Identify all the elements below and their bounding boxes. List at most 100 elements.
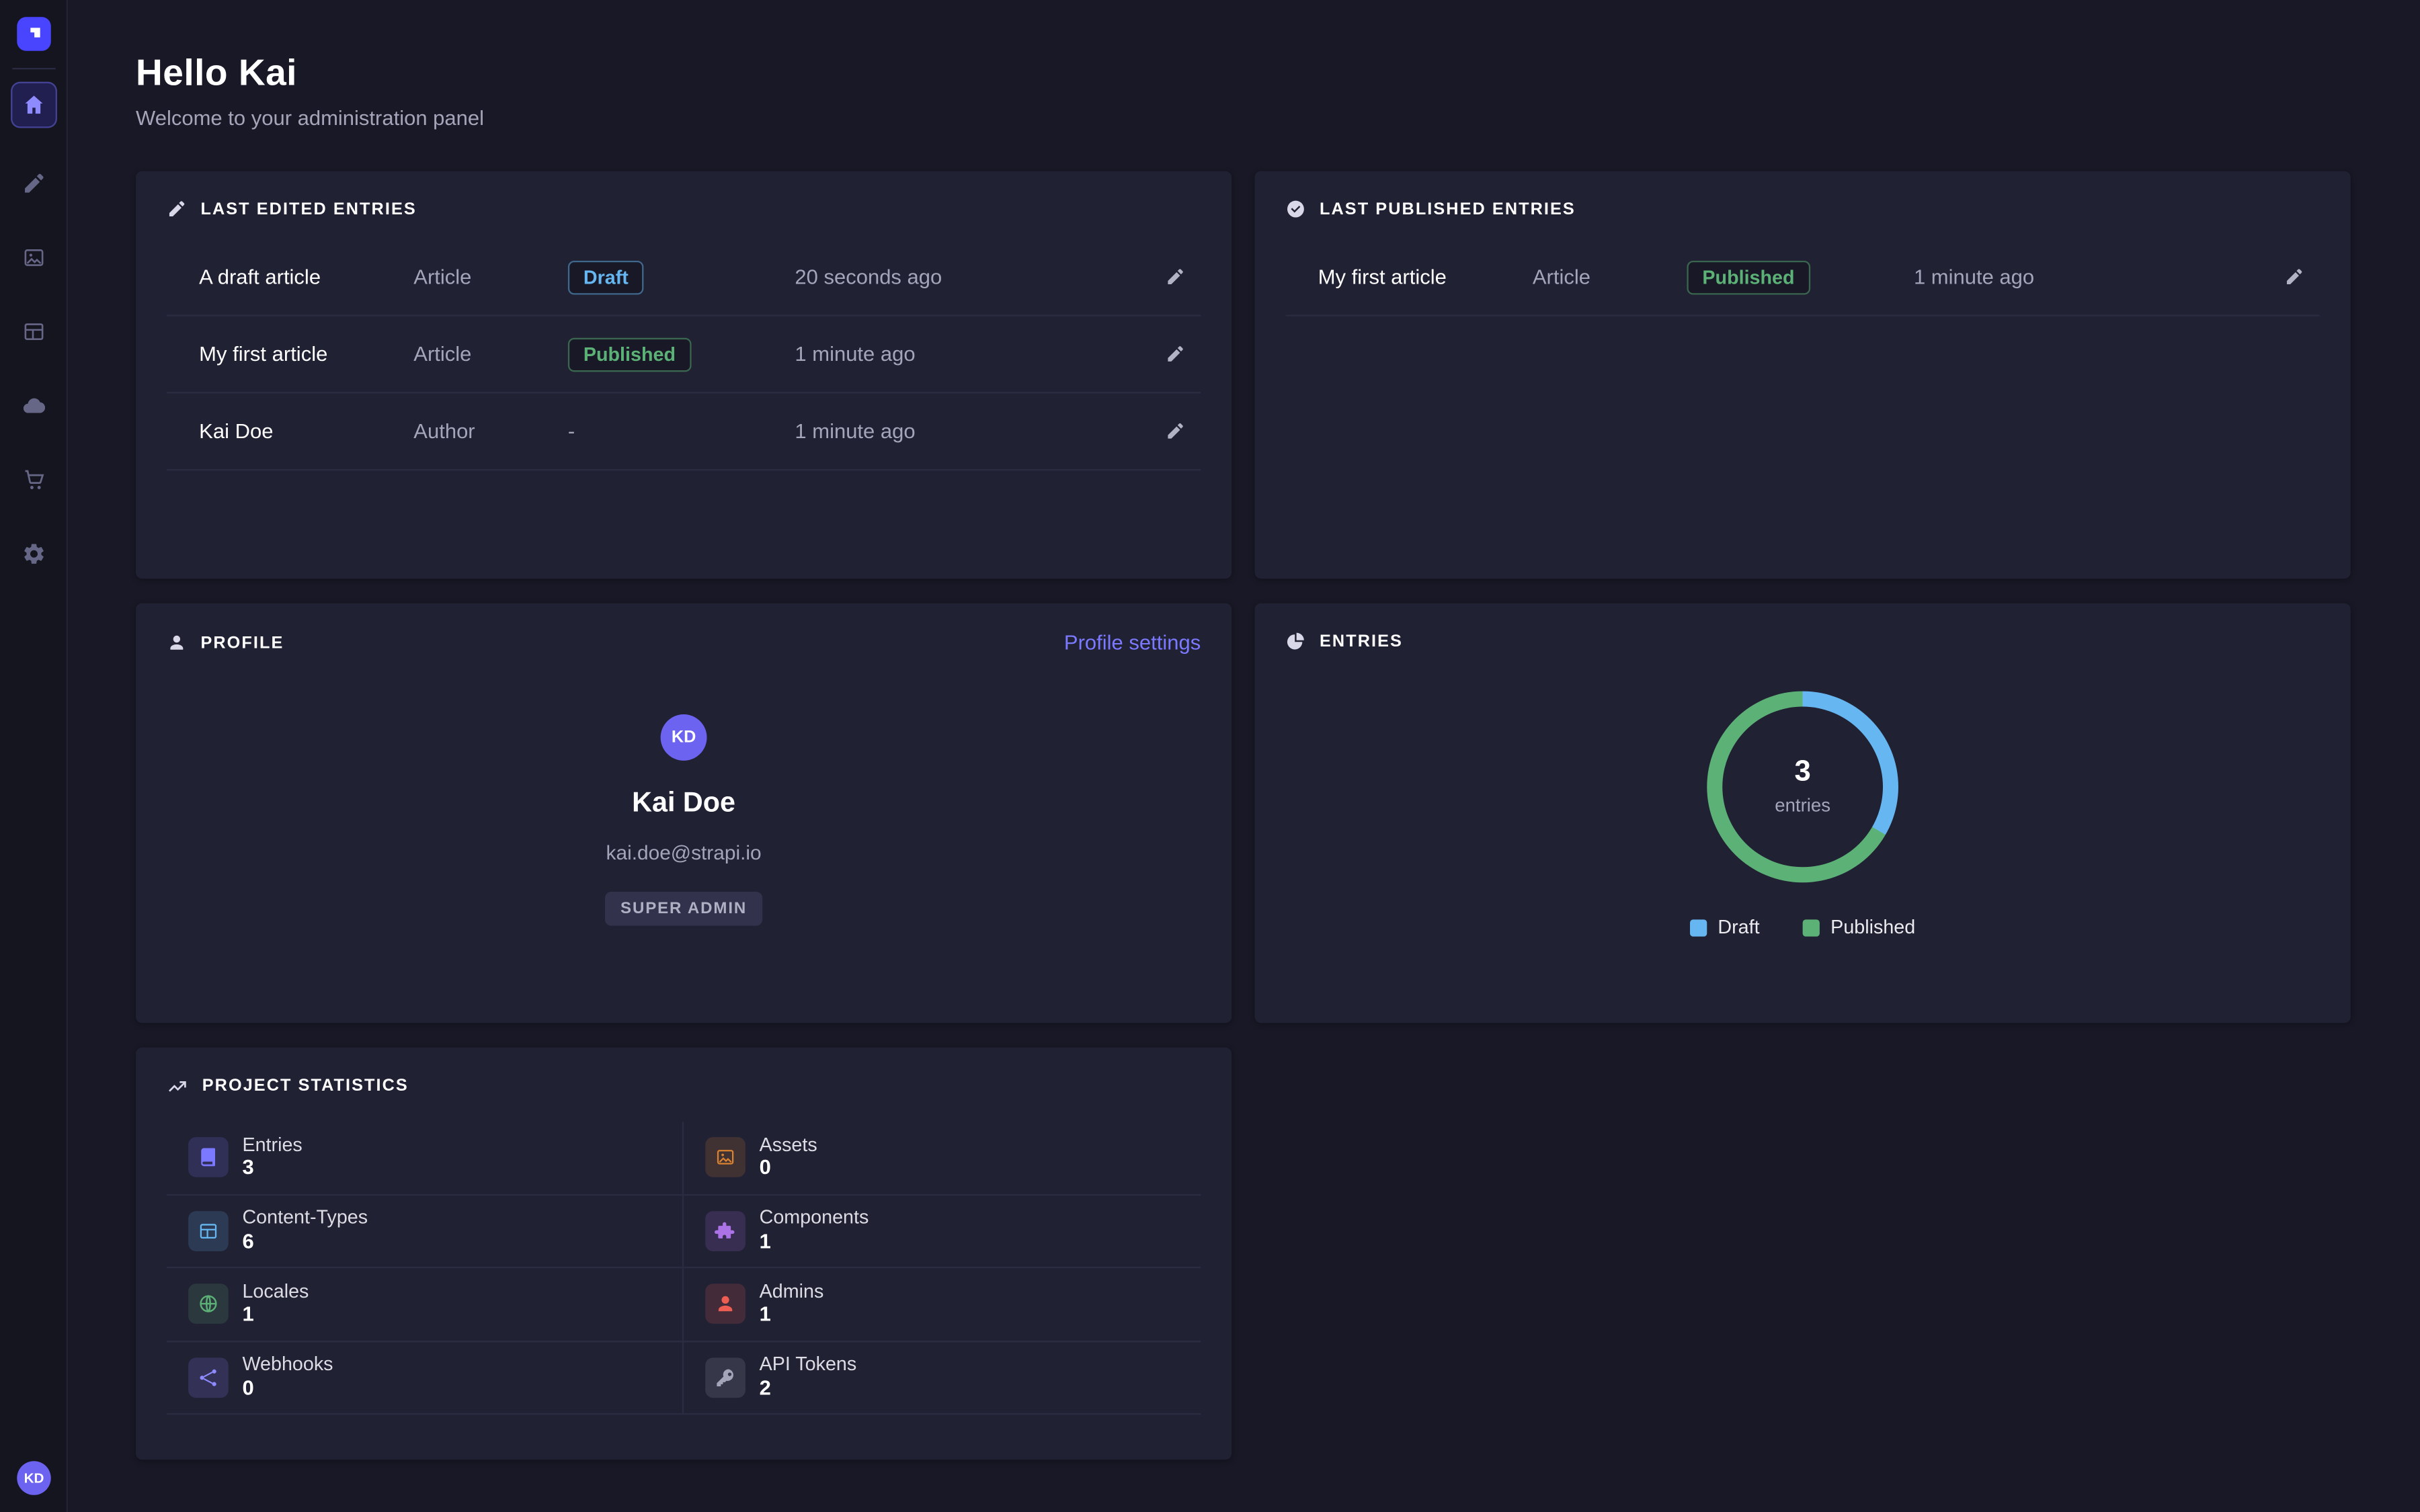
check-circle-icon — [1285, 199, 1305, 219]
book-icon — [188, 1138, 229, 1178]
sidebar: KD — [0, 0, 68, 1512]
sidebar-item-content-manager[interactable] — [10, 161, 56, 207]
legend-label: Draft — [1718, 917, 1759, 938]
profile-name: Kai Doe — [632, 787, 735, 819]
entries-donut: 3 entries — [1707, 691, 1898, 883]
stat-label: Webhooks — [242, 1353, 333, 1376]
entries-total: 3 — [1794, 757, 1810, 787]
puzzle-icon — [705, 1211, 745, 1251]
stat-value: 0 — [760, 1156, 817, 1182]
user-avatar[interactable]: KD — [17, 1461, 51, 1495]
stat-value: 1 — [760, 1302, 824, 1329]
entry-time: 1 minute ago — [1914, 265, 2264, 288]
pencil-icon — [167, 199, 187, 219]
card-title: LAST EDITED ENTRIES — [200, 200, 416, 218]
edit-entry-button[interactable] — [1145, 421, 1186, 442]
marketplace-cart-icon — [21, 468, 46, 493]
pen-icon — [21, 171, 46, 196]
stats-grid: Entries 3 Assets 0 Content-Types — [167, 1122, 1201, 1415]
stat-label: Admins — [760, 1280, 824, 1302]
edit-entry-button[interactable] — [1145, 344, 1186, 364]
stat-value: 3 — [242, 1156, 302, 1182]
entry-time: 20 seconds ago — [795, 265, 1145, 288]
entry-time: 1 minute ago — [795, 419, 1145, 442]
cloud-icon — [21, 393, 46, 418]
stat-value: 1 — [760, 1229, 869, 1255]
profile-settings-link[interactable]: Profile settings — [1064, 631, 1201, 654]
sidebar-item-media-library[interactable] — [10, 235, 56, 281]
stat-value: 1 — [242, 1302, 309, 1329]
edit-entry-button[interactable] — [1145, 267, 1186, 287]
sidebar-item-content-type-builder[interactable] — [10, 308, 56, 355]
stat-value: 6 — [242, 1229, 368, 1255]
stat-content-types: Content-Types 6 — [167, 1195, 684, 1268]
entry-type: Article — [1533, 265, 1687, 288]
stat-api-tokens: API Tokens 2 — [684, 1341, 1201, 1415]
strapi-admin-dashboard: KD Hello Kai Welcome to your administrat… — [0, 0, 2420, 1512]
stat-entries: Entries 3 — [167, 1122, 684, 1195]
settings-gear-icon — [21, 542, 46, 566]
pie-chart-icon — [1285, 631, 1305, 651]
stat-webhooks: Webhooks 0 — [167, 1341, 684, 1415]
sidebar-item-deploy[interactable] — [10, 382, 56, 429]
stat-admins: Admins 1 — [684, 1268, 1201, 1341]
person-icon — [167, 632, 187, 653]
content-type-builder-icon — [21, 319, 46, 344]
draft-swatch — [1690, 919, 1707, 935]
legend-item-published: Published — [1803, 917, 1915, 938]
stat-label: Components — [760, 1207, 869, 1229]
sidebar-item-home[interactable] — [10, 82, 56, 128]
stat-label: Entries — [242, 1134, 302, 1156]
table-row: My first article Article Published 1 min… — [1285, 239, 2319, 317]
key-icon — [705, 1357, 745, 1398]
legend-label: Published — [1830, 917, 1915, 938]
stat-value: 2 — [760, 1376, 857, 1402]
edit-entry-button[interactable] — [2264, 267, 2304, 287]
image-icon — [705, 1138, 745, 1178]
card-title: PROFILE — [200, 633, 284, 652]
entry-name: My first article — [1318, 265, 1533, 288]
entries-card: ENTRIES 3 entries Draft — [1255, 603, 2351, 1023]
stat-label: Assets — [760, 1134, 817, 1156]
strapi-logo[interactable] — [16, 17, 50, 51]
entry-name: A draft article — [199, 265, 413, 288]
stat-label: API Tokens — [760, 1353, 857, 1376]
card-title: LAST PUBLISHED ENTRIES — [1320, 200, 1576, 218]
main-content: Hello Kai Welcome to your administration… — [68, 0, 2420, 1512]
last-published-entries-card: LAST PUBLISHED ENTRIES My first article … — [1255, 171, 2351, 579]
home-icon — [21, 93, 46, 118]
stat-assets: Assets 0 — [684, 1122, 1201, 1195]
table-row: Kai Doe Author - 1 minute ago — [167, 393, 1201, 470]
sidebar-item-marketplace[interactable] — [10, 457, 56, 503]
media-library-icon — [21, 245, 46, 270]
sidebar-divider — [11, 68, 54, 69]
profile-avatar: KD — [661, 714, 707, 761]
stat-label: Content-Types — [242, 1207, 368, 1229]
entry-time: 1 minute ago — [795, 343, 1145, 366]
card-title: ENTRIES — [1320, 632, 1403, 650]
status-badge: Published — [1687, 260, 1810, 294]
profile-email: kai.doe@strapi.io — [606, 841, 762, 864]
layout-icon — [188, 1211, 229, 1251]
last-edited-entries-card: LAST EDITED ENTRIES A draft article Arti… — [136, 171, 1232, 579]
sidebar-item-settings[interactable] — [10, 531, 56, 577]
donut-legend: Draft Published — [1690, 917, 1915, 938]
project-statistics-card: PROJECT STATISTICS Entries 3 Assets 0 — [136, 1048, 1232, 1460]
legend-item-draft: Draft — [1690, 917, 1760, 938]
stat-value: 0 — [242, 1376, 333, 1402]
status-empty: - — [568, 419, 575, 442]
published-swatch — [1803, 919, 1820, 935]
entry-name: My first article — [199, 343, 413, 366]
globe-icon — [188, 1284, 229, 1325]
entry-name: Kai Doe — [199, 419, 413, 442]
stat-locales: Locales 1 — [167, 1268, 684, 1341]
role-badge: SUPER ADMIN — [605, 892, 762, 926]
trend-up-icon — [167, 1075, 188, 1097]
table-row: My first article Article Published 1 min… — [167, 317, 1201, 394]
status-badge: Published — [568, 337, 691, 372]
entries-unit: entries — [1775, 794, 1830, 816]
webhook-icon — [188, 1357, 229, 1398]
stat-components: Components 1 — [684, 1195, 1201, 1268]
card-title: PROJECT STATISTICS — [202, 1077, 409, 1096]
profile-card: PROFILE Profile settings KD Kai Doe kai.… — [136, 603, 1232, 1023]
